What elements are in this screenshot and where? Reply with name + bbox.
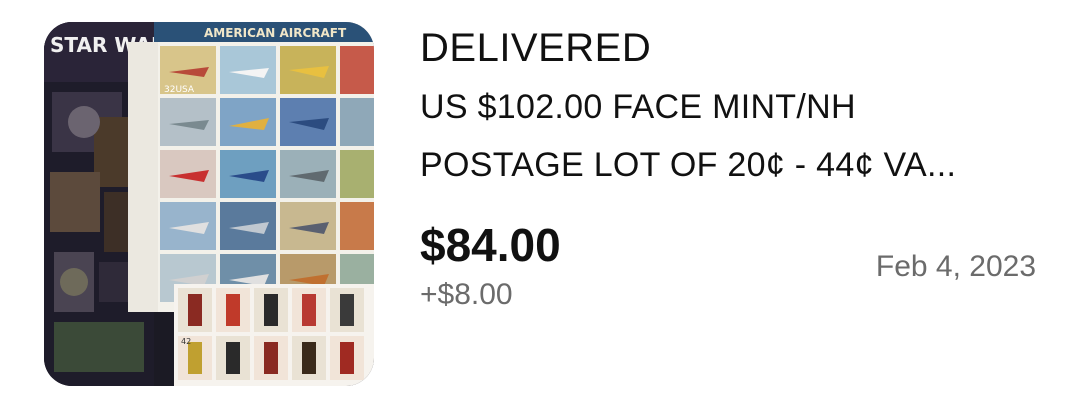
item-thumbnail[interactable]: STAR WARS AMERICAN AIRCRAFT 32USA 42 — [44, 22, 374, 386]
nutcracker-denomination-label: 42 — [181, 337, 191, 346]
order-status: DELIVERED — [420, 26, 652, 70]
item-price: $84.00 — [420, 219, 561, 271]
shipping-cost: +$8.00 — [420, 278, 513, 311]
order-list-item[interactable]: STAR WARS AMERICAN AIRCRAFT 32USA 42 DEL… — [0, 0, 1080, 402]
order-date: Feb 4, 2023 — [875, 250, 1036, 283]
sheet-header: AMERICAN AIRCRAFT — [204, 26, 347, 40]
stamp-denomination-label: 32USA — [164, 85, 195, 95]
item-title-line-2[interactable]: POSTAGE LOT OF 20¢ - 44¢ VA... — [420, 146, 956, 185]
item-title-line-1[interactable]: US $102.00 FACE MINT/NH — [420, 88, 856, 127]
